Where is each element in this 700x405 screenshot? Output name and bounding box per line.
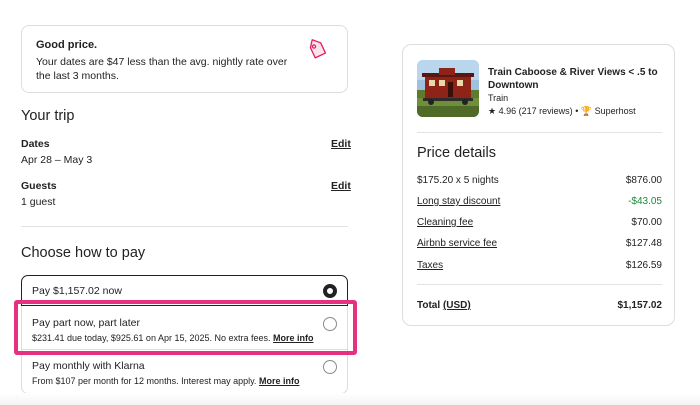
rating-separator: • bbox=[575, 106, 579, 116]
total-amount: $1,157.02 bbox=[617, 300, 663, 311]
good-price-banner: Good price. Your dates are $47 less than… bbox=[21, 25, 348, 93]
bottom-fade bbox=[0, 393, 700, 405]
section-divider bbox=[21, 226, 348, 227]
taxes-amount: $126.59 bbox=[625, 260, 662, 271]
taxes-link[interactable]: Taxes bbox=[417, 260, 443, 271]
card-divider bbox=[417, 132, 662, 133]
pay-klarna-label: Pay monthly with Klarna bbox=[32, 360, 145, 372]
listing-title: Train Caboose & River Views < .5 to Down… bbox=[488, 67, 658, 91]
pay-now-option[interactable]: Pay $1,157.02 now bbox=[21, 275, 348, 306]
booking-summary-card: Train Caboose & River Views < .5 to Down… bbox=[402, 44, 675, 326]
cleaning-fee-amount: $70.00 bbox=[631, 217, 662, 228]
good-price-text: Your dates are $47 less than the avg. ni… bbox=[36, 56, 288, 82]
price-details-heading: Price details bbox=[417, 145, 496, 161]
pay-klarna-more-info-link[interactable]: More info bbox=[259, 376, 300, 386]
price-row: Cleaning fee $70.00 bbox=[417, 217, 662, 228]
pay-now-radio[interactable] bbox=[323, 284, 337, 298]
price-row: Taxes $126.59 bbox=[417, 260, 662, 271]
total-text: Total bbox=[417, 300, 441, 311]
edit-dates-link[interactable]: Edit bbox=[331, 138, 351, 150]
pay-klarna-sub: From $107 per month for 12 months. Inter… bbox=[32, 376, 337, 386]
nightly-rate-label: $175.20 x 5 nights bbox=[417, 175, 499, 186]
dates-value: Apr 28 – May 3 bbox=[21, 154, 93, 166]
currency-link[interactable]: (USD) bbox=[443, 300, 471, 311]
pay-part-more-info-link[interactable]: More info bbox=[273, 333, 314, 343]
pay-part-radio[interactable] bbox=[323, 317, 337, 331]
pay-part-option[interactable]: Pay part now, part later $231.41 due tod… bbox=[21, 306, 348, 350]
listing-type: Train bbox=[488, 93, 509, 103]
rating-value: 4.96 bbox=[498, 106, 517, 116]
choose-pay-heading: Choose how to pay bbox=[21, 245, 146, 261]
long-stay-discount-link[interactable]: Long stay discount bbox=[417, 196, 500, 207]
superhost-badge: Superhost bbox=[594, 106, 636, 116]
service-fee-link[interactable]: Airbnb service fee bbox=[417, 238, 497, 249]
price-row: $175.20 x 5 nights $876.00 bbox=[417, 175, 662, 186]
discount-amount: -$43.05 bbox=[628, 196, 662, 207]
dates-label: Dates bbox=[21, 138, 50, 150]
star-icon: ★ bbox=[488, 106, 497, 116]
nightly-rate-amount: $876.00 bbox=[625, 175, 662, 186]
pay-part-sub: $231.41 due today, $925.61 on Apr 15, 20… bbox=[32, 333, 337, 343]
your-trip-heading: Your trip bbox=[21, 108, 75, 124]
price-row: Airbnb service fee $127.48 bbox=[417, 238, 662, 249]
guests-label: Guests bbox=[21, 180, 57, 192]
listing-rating: ★ 4.96 (217 reviews) • 🏆 Superhost bbox=[488, 106, 636, 117]
review-count: (217 reviews) bbox=[518, 106, 573, 116]
price-row: Long stay discount -$43.05 bbox=[417, 196, 662, 207]
card-divider bbox=[417, 284, 662, 285]
cleaning-fee-link[interactable]: Cleaning fee bbox=[417, 217, 473, 228]
total-row: Total (USD) $1,157.02 bbox=[417, 300, 662, 311]
price-tag-icon bbox=[309, 39, 327, 59]
pay-part-label: Pay part now, part later bbox=[32, 317, 140, 329]
superhost-icon: 🏆 bbox=[580, 106, 593, 116]
guests-value: 1 guest bbox=[21, 196, 56, 208]
service-fee-amount: $127.48 bbox=[625, 238, 662, 249]
total-label: Total (USD) bbox=[417, 300, 471, 311]
listing-photo[interactable] bbox=[417, 60, 479, 117]
pay-klarna-radio[interactable] bbox=[323, 360, 337, 374]
edit-guests-link[interactable]: Edit bbox=[331, 180, 351, 192]
pay-klarna-option[interactable]: Pay monthly with Klarna From $107 per mo… bbox=[21, 350, 348, 394]
good-price-title: Good price. bbox=[36, 39, 98, 51]
pay-klarna-sub-text: From $107 per month for 12 months. Inter… bbox=[32, 376, 257, 386]
pay-now-label: Pay $1,157.02 now bbox=[32, 285, 122, 297]
pay-part-sub-text: $231.41 due today, $925.61 on Apr 15, 20… bbox=[32, 333, 271, 343]
